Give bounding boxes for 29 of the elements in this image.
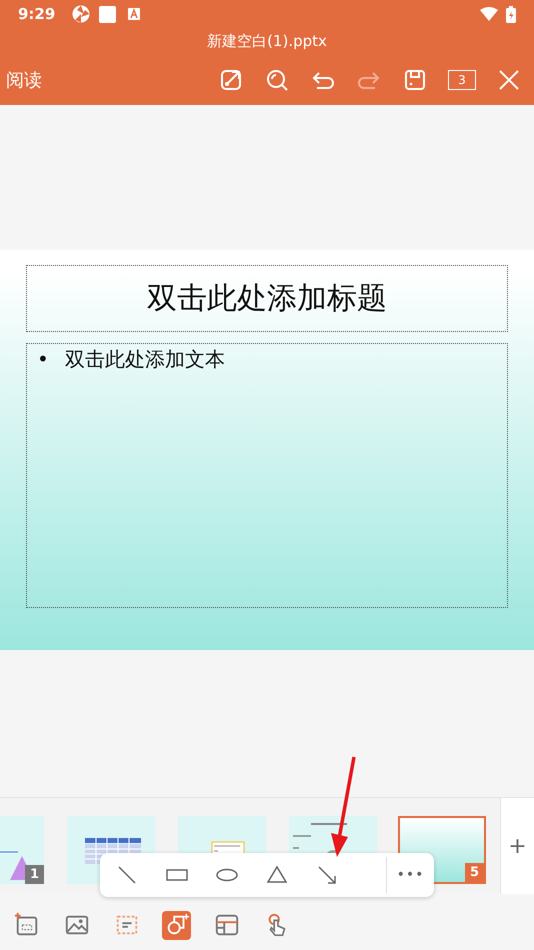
more-button[interactable]: ••• [386,857,434,893]
new-slide-icon [14,912,40,938]
slide-number: 5 [465,863,484,882]
search-icon [265,68,289,92]
body-text: 双击此处添加文本 [64,346,225,373]
shape-button[interactable] [162,910,191,940]
keyboard-icon [128,8,140,20]
page-count[interactable]: 3 [448,70,476,90]
search-button[interactable] [264,67,290,93]
slide-number: 1 [25,865,44,884]
status-time: 9:29 [18,4,56,25]
body-placeholder[interactable]: • 双击此处添加文本 [26,343,508,608]
app-icon [71,4,92,24]
share-icon [219,68,243,92]
bullet-mark: • [37,346,49,373]
notification-icon [99,6,116,22]
share-button[interactable] [218,67,244,93]
battery-icon [506,6,516,22]
slide-thumbnail[interactable]: 1 [0,816,44,884]
add-slide-button[interactable]: + [500,798,534,894]
save-button[interactable] [402,67,428,93]
close-icon [498,69,520,91]
read-mode-button[interactable]: 阅读 [6,66,42,94]
table-icon [214,912,240,938]
wifi-icon [480,7,498,21]
save-icon [403,68,427,92]
title-placeholder[interactable]: 双击此处添加标题 [26,265,508,332]
title-text: 双击此处添加标题 [147,280,387,318]
window-title: 新建空白(1).pptx [207,31,327,52]
